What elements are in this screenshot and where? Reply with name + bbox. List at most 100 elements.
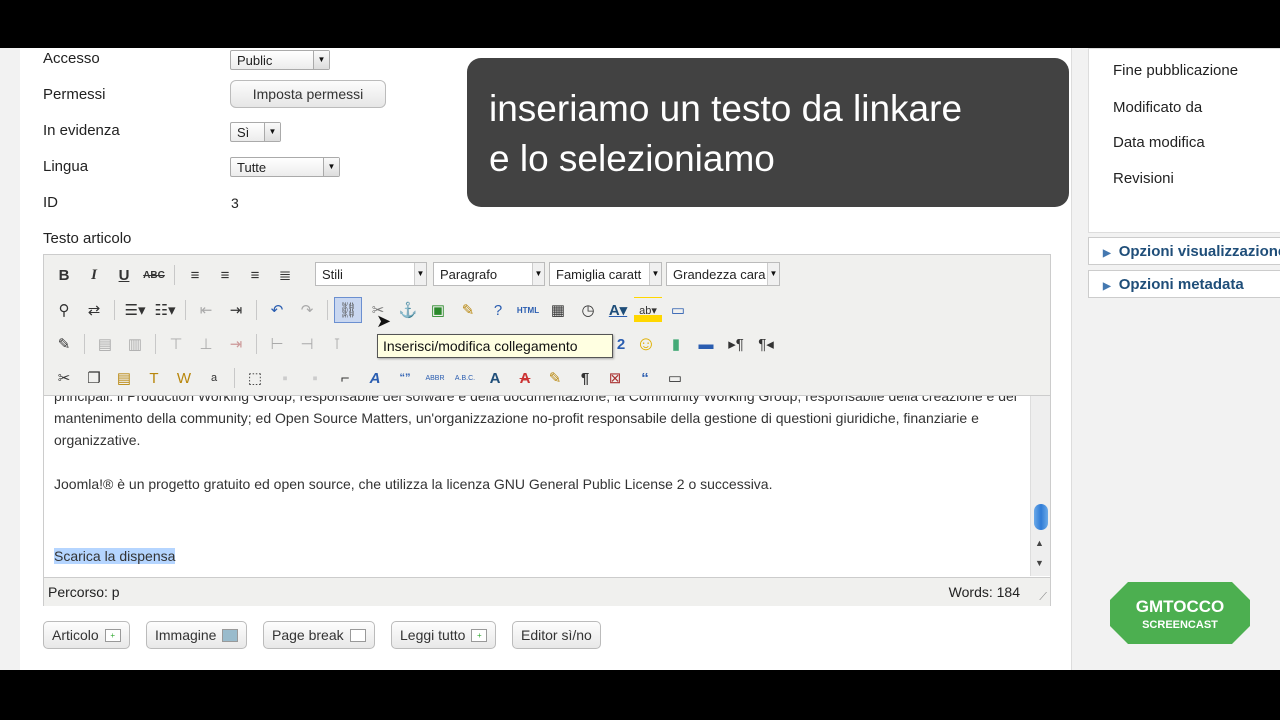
font-family-select-value: Famiglia caratt (556, 267, 642, 282)
numbered-list-icon[interactable]: ☷▾ (151, 297, 179, 323)
align-justify-icon[interactable]: ≣ (271, 262, 299, 288)
logo-text-line2: SCREENCAST (1142, 619, 1218, 631)
element-path[interactable]: Percorso: p (48, 584, 120, 600)
toolbar-separator (234, 368, 235, 388)
html-icon[interactable]: HTML (514, 297, 542, 323)
styles-select[interactable]: Stili ▼ (315, 262, 427, 286)
acronym-icon[interactable]: A.B.C. (451, 365, 479, 391)
redo-icon[interactable]: ↷ (293, 297, 321, 323)
insert-text-icon[interactable]: A (481, 365, 509, 391)
visual-aid-icon[interactable]: ⬚ (241, 365, 269, 391)
template-icon[interactable]: ▭ (661, 365, 689, 391)
select-in-evidenza[interactable]: Sì ▼ (230, 122, 281, 142)
selected-text[interactable]: Scarica la dispensa (54, 548, 176, 564)
highlight-color-icon[interactable]: ab▾ (634, 297, 662, 323)
scroll-down-icon[interactable]: ▼ (1035, 558, 1044, 568)
pilcrow-icon[interactable]: ¶ (571, 365, 599, 391)
col-before-icon[interactable]: ⊢ (263, 331, 291, 357)
find-icon[interactable]: ⚲ (50, 297, 78, 323)
blockquote-icon[interactable]: “ (631, 365, 659, 391)
delete-text-icon[interactable]: A (511, 365, 539, 391)
text-color-icon[interactable]: A▾ (604, 297, 632, 323)
paste-icon[interactable]: ▤ (110, 365, 138, 391)
table-edit-icon[interactable]: ✎ (50, 331, 78, 357)
align-left-icon[interactable]: ≡ (181, 262, 209, 288)
toolbar-row-3: ✎ ▤ ▥ ⊤ ⊥ ⇥ ⊢ ⊣ ⊺ (50, 329, 351, 359)
table-cell-icon[interactable]: ▥ (121, 331, 149, 357)
outdent-icon[interactable]: ⇤ (192, 297, 220, 323)
help-icon[interactable]: ? (484, 297, 512, 323)
row-before-icon[interactable]: ⊤ (162, 331, 190, 357)
chevron-down-icon: ▼ (264, 123, 280, 141)
panel-opzioni-visualizzazione-label: Opzioni visualizzazione (1118, 243, 1280, 260)
image-button-label: Immagine (155, 627, 217, 643)
label-id: ID (43, 194, 58, 211)
select-accesso[interactable]: Public ▼ (230, 50, 330, 70)
absolute-position-icon[interactable]: ⌐ (331, 365, 359, 391)
panel-opzioni-metadata-label: Opzioni metadata (1118, 276, 1244, 293)
delete-row-icon[interactable]: ⇥ (222, 331, 250, 357)
font-family-select[interactable]: Famiglia caratt ▼ (549, 262, 662, 286)
italic-button[interactable]: I (80, 262, 108, 288)
panel-opzioni-visualizzazione[interactable]: ▶ Opzioni visualizzazione (1088, 237, 1280, 265)
read-more-button[interactable]: Leggi tutto + (391, 621, 497, 649)
toggle-editor-button-label: Editor sì/no (521, 627, 592, 643)
media-icon[interactable]: ▮ (662, 331, 690, 357)
abbr-icon[interactable]: ABBR (421, 365, 449, 391)
replace-icon[interactable]: ⇄ (80, 297, 108, 323)
undo-icon[interactable]: ↶ (263, 297, 291, 323)
scroll-up-icon[interactable]: ▲ (1035, 538, 1044, 548)
copy-icon[interactable]: ❐ (80, 365, 108, 391)
horizontal-rule-icon[interactable]: ▬ (692, 331, 720, 357)
add-article-icon: + (104, 628, 121, 642)
emoticon-icon[interactable]: ☺ (632, 331, 660, 357)
page-break-button[interactable]: Page break (263, 621, 375, 649)
resize-handle-icon[interactable]: ⟋ (1039, 591, 1047, 604)
paragraph-select[interactable]: Paragrafo ▼ (433, 262, 545, 286)
cut-icon[interactable]: ✂ (50, 365, 78, 391)
underline-button[interactable]: U (110, 262, 138, 288)
editor-scrollbar[interactable]: ▲ ▼ (1030, 396, 1050, 576)
table-row-icon[interactable]: ▤ (91, 331, 119, 357)
ltr-icon[interactable]: ▸¶ (722, 331, 750, 357)
editor-content[interactable]: principali: il Production Working Group,… (44, 396, 1030, 576)
indent-icon[interactable]: ⇥ (222, 297, 250, 323)
non-breaking-icon[interactable]: ⊠ (601, 365, 629, 391)
article-button[interactable]: Articolo + (43, 621, 130, 649)
image-icon[interactable]: ▣ (424, 297, 452, 323)
time-icon[interactable]: ◷ (574, 297, 602, 323)
anchor-icon[interactable]: ⚓ (394, 297, 422, 323)
fullscreen-icon[interactable]: ▭ (664, 297, 692, 323)
label-accesso: Accesso (43, 50, 100, 67)
scroll-thumb[interactable] (1034, 504, 1048, 530)
rtl-icon[interactable]: ¶◂ (752, 331, 780, 357)
align-center-icon[interactable]: ≡ (211, 262, 239, 288)
cleanup-icon[interactable]: ✎ (454, 297, 482, 323)
toggle-editor-button[interactable]: Editor sì/no (512, 621, 601, 649)
select-lingua-value: Tutte (237, 160, 267, 175)
font-size-select[interactable]: Grandezza cara ▼ (666, 262, 780, 286)
strikethrough-button[interactable]: ABC (140, 262, 168, 288)
col-after-icon[interactable]: ⊣ (293, 331, 321, 357)
move-layer-icon[interactable]: ▪ (301, 365, 329, 391)
select-all-icon[interactable]: a (200, 365, 228, 391)
date-icon[interactable]: ▦ (544, 297, 572, 323)
insert-layer-icon[interactable]: ▪ (271, 365, 299, 391)
style-icon[interactable]: A (361, 365, 389, 391)
link-icon[interactable]: ⛓ (334, 297, 362, 323)
cite-icon[interactable]: “” (391, 365, 419, 391)
bold-button[interactable]: B (50, 262, 78, 288)
align-right-icon[interactable]: ≡ (241, 262, 269, 288)
paste-word-icon[interactable]: W (170, 365, 198, 391)
image-button[interactable]: Immagine (146, 621, 248, 649)
label-in-evidenza: In evidenza (43, 122, 120, 139)
select-lingua[interactable]: Tutte ▼ (230, 157, 340, 177)
bullet-list-icon[interactable]: ☰▾ (121, 297, 149, 323)
row-after-icon[interactable]: ⊥ (192, 331, 220, 357)
delete-col-icon[interactable]: ⊺ (323, 331, 351, 357)
paste-text-icon[interactable]: T (140, 365, 168, 391)
label-lingua: Lingua (43, 158, 89, 175)
panel-opzioni-metadata[interactable]: ▶ Opzioni metadata (1088, 270, 1280, 298)
imposta-permessi-button[interactable]: Imposta permessi (230, 80, 386, 108)
attributes-icon[interactable]: ✎ (541, 365, 569, 391)
